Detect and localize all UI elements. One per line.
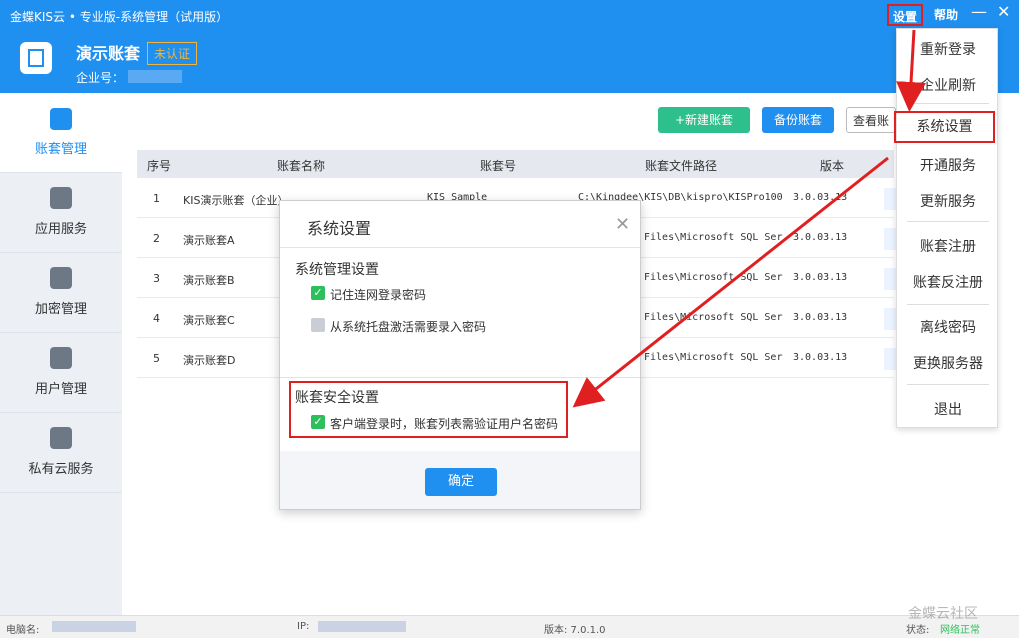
status-bar: 电脑名: IP: 版本: 7.0.1.0 状态: 网络正常 — [0, 615, 1019, 638]
ip-label: IP: — [297, 621, 310, 632]
version-text: 版本: 7.0.1.0 — [544, 625, 606, 636]
arrow-to-system-settings — [896, 29, 927, 112]
brand-watermark: 金蝶云社区 — [908, 606, 978, 622]
pc-name-masked — [52, 621, 136, 632]
pc-name-label: 电脑名: — [6, 625, 40, 636]
arrow-to-security-setting — [572, 156, 889, 408]
status-label: 状态: — [906, 625, 930, 636]
annotation-arrows — [572, 29, 927, 408]
network-status: 网络正常 — [940, 625, 980, 636]
ip-masked — [318, 621, 406, 632]
